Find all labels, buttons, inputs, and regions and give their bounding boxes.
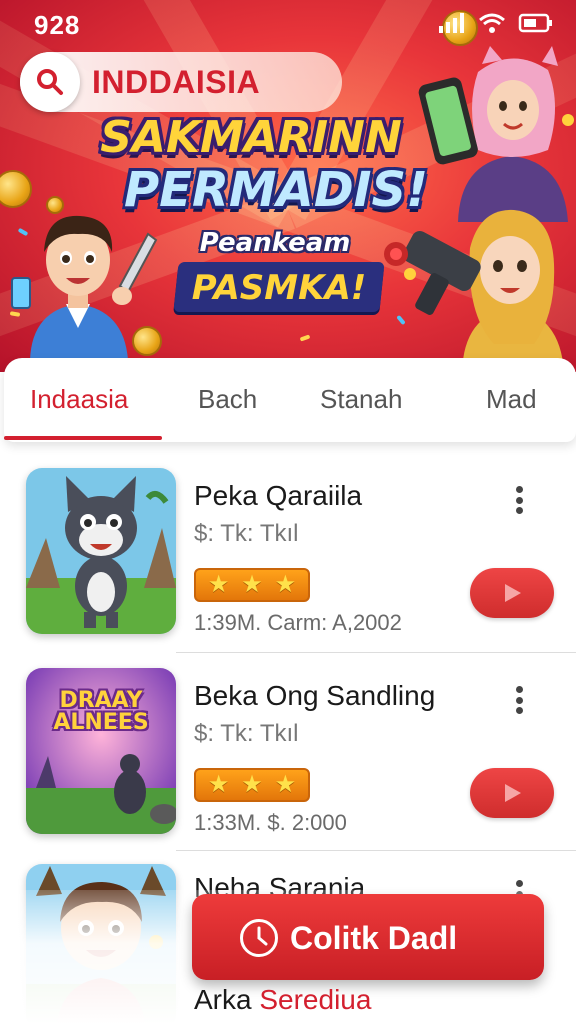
search-bar[interactable]: INDDAISIA [20, 52, 342, 112]
list-divider [176, 850, 576, 851]
kebab-icon[interactable] [504, 682, 534, 718]
status-time: 928 [34, 10, 81, 40]
confetti [299, 334, 311, 342]
app-thumbnail[interactable]: DRAAY ALNEES [26, 668, 176, 834]
app-title[interactable]: Peka Qaraiila [194, 480, 362, 512]
app-title[interactable]: Beka Ong Sandling [194, 680, 435, 712]
signal-icon [439, 13, 464, 33]
star-icon: ★ [274, 571, 297, 598]
search-icon [37, 69, 63, 95]
clock-icon [240, 919, 278, 957]
tab-bach[interactable]: Bach [198, 384, 257, 415]
play-icon [505, 584, 521, 602]
star-icon: ★ [241, 571, 263, 598]
search-button[interactable] [20, 52, 80, 112]
kebab-icon[interactable] [504, 482, 534, 518]
app-meta: 1:33M. $. 2:000 [194, 810, 347, 835]
girl-blaster-character [384, 209, 564, 372]
banner-tag-text: PASMKA! [191, 268, 367, 308]
battery-icon [518, 13, 552, 33]
cta-label: Colitk Dadl [290, 920, 458, 956]
bottom-caption-part1: Arka [194, 984, 260, 1015]
play-icon [505, 784, 521, 802]
banner-headline-2: PERMADIS! [123, 162, 428, 218]
app-price: $: Tk: Tkıl [194, 520, 299, 547]
boy-character [11, 215, 158, 360]
category-tabs: Indaasia Bach Stanah Mad [4, 358, 576, 442]
tab-mad[interactable]: Mad [486, 384, 537, 415]
bottom-caption: Arka Serediua [194, 984, 371, 1016]
tab-indaasia[interactable]: Indaasia [30, 384, 128, 415]
star-icon: ★ [241, 771, 263, 798]
bottom-caption-part2: Serediua [259, 984, 372, 1015]
banner-headline-1: SAKMARINN [100, 112, 402, 163]
app-price: $: Tk: Tkıl [194, 720, 299, 747]
app-thumbnail[interactable] [26, 468, 176, 634]
play-button[interactable] [470, 568, 554, 618]
banner-subheadline: Peankeam [199, 228, 351, 258]
status-bar: 928 [0, 0, 576, 48]
primary-cta-button[interactable]: Colitk Dadl [192, 894, 544, 980]
status-icons [438, 12, 554, 34]
list-item[interactable]: DRAAY ALNEES Beka Ong Sandling $: Tk: Tk… [0, 668, 576, 858]
wifi-icon [479, 13, 505, 33]
search-query[interactable]: INDDAISIA [92, 64, 260, 101]
app-meta: 1:39M. Carm: A,2002 [194, 610, 402, 635]
tab-stanah[interactable]: Stanah [320, 384, 402, 415]
rating-badge: ★ ★ ★ [194, 768, 310, 802]
star-icon: ★ [207, 771, 230, 798]
cat-game-art [26, 468, 176, 634]
play-button[interactable] [470, 768, 554, 818]
active-tab-indicator [4, 436, 162, 440]
list-divider [176, 652, 576, 653]
thumbnail-logo-text: DRAAY ALNEES [53, 688, 149, 735]
list-item[interactable]: Peka Qaraiila $: Tk: Tkıl ★ ★ ★ 1:39M. C… [0, 468, 576, 658]
rating-badge: ★ ★ ★ [194, 568, 310, 602]
star-icon: ★ [207, 571, 230, 598]
star-icon: ★ [274, 771, 297, 798]
promo-banner[interactable]: 928 INDDAISIA SAKMARINN PERMADIS! Peanke… [0, 0, 576, 372]
